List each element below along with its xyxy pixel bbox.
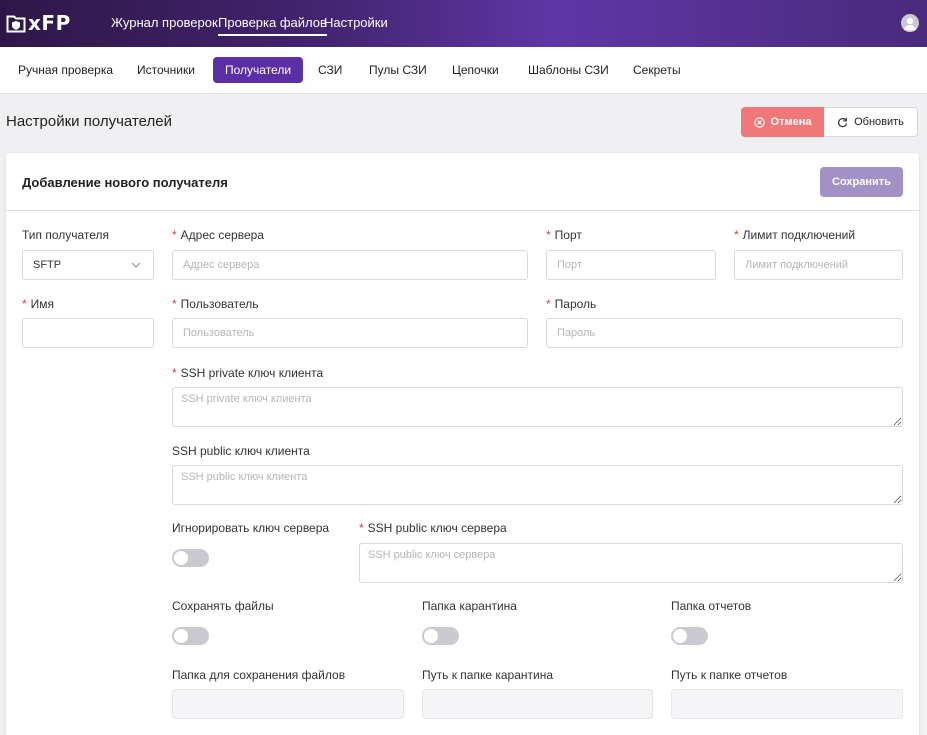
name-input[interactable] bbox=[22, 318, 154, 348]
card-header: Добавление нового получателя Сохранить bbox=[6, 153, 919, 211]
quarantine-folder-toggle[interactable] bbox=[422, 627, 459, 645]
ssh-private-label-text: SSH private ключ клиента bbox=[180, 366, 324, 380]
tab-szi-pools[interactable]: Пулы СЗИ bbox=[357, 57, 439, 83]
required-mark: * bbox=[172, 228, 177, 242]
quarantine-path-label: Путь к папке карантина bbox=[422, 668, 554, 682]
ssh-public-server-textarea[interactable] bbox=[359, 543, 903, 583]
cancel-label: Отмена bbox=[770, 116, 812, 128]
required-mark: * bbox=[22, 297, 27, 311]
tab-chains[interactable]: Цепочки bbox=[440, 57, 511, 83]
toggle-knob bbox=[424, 629, 438, 643]
cancel-circle-icon bbox=[753, 116, 765, 128]
ssh-private-textarea[interactable] bbox=[172, 387, 903, 427]
port-label-text: Порт bbox=[554, 228, 582, 242]
refresh-button[interactable]: Обновить bbox=[824, 107, 918, 137]
required-mark: * bbox=[172, 297, 177, 311]
toggle-knob bbox=[174, 629, 188, 643]
user-avatar[interactable] bbox=[901, 14, 919, 32]
top-bar: xFP Журнал проверок Проверка файлов Наст… bbox=[0, 0, 927, 47]
logo-text: xFP bbox=[28, 11, 71, 35]
save-button[interactable]: Сохранить bbox=[820, 167, 903, 197]
page-title: Настройки получателей bbox=[6, 113, 172, 130]
name-label: * Имя bbox=[22, 297, 54, 311]
save-files-toggle[interactable] bbox=[172, 627, 209, 645]
ignore-server-key-label: Игнорировать ключ сервера bbox=[172, 521, 330, 535]
reports-path-label: Путь к папке отчетов bbox=[671, 668, 788, 682]
ssh-public-server-label: * SSH public ключ сервера bbox=[359, 521, 507, 535]
server-address-label: * Адрес сервера bbox=[172, 228, 264, 242]
topnav-journal[interactable]: Журнал проверок bbox=[111, 15, 218, 31]
user-label-text: Пользователь bbox=[180, 297, 259, 311]
server-address-label-text: Адрес сервера bbox=[180, 228, 264, 242]
tab-secrets[interactable]: Секреты bbox=[621, 57, 693, 83]
ssh-public-client-textarea[interactable] bbox=[172, 465, 903, 505]
recipient-type-select[interactable]: SFTP bbox=[22, 250, 154, 280]
card-title: Добавление нового получателя bbox=[22, 175, 228, 190]
name-label-text: Имя bbox=[30, 297, 55, 311]
ssh-private-label: * SSH private ключ клиента bbox=[172, 366, 323, 380]
user-input[interactable] bbox=[172, 318, 528, 348]
app-logo[interactable]: xFP bbox=[6, 11, 71, 35]
new-recipient-card: Добавление нового получателя Сохранить Т… bbox=[6, 153, 919, 735]
tab-szi[interactable]: СЗИ bbox=[306, 57, 354, 83]
sub-nav: Ручная проверка Источники Получатели СЗИ… bbox=[0, 47, 927, 94]
topnav-file-check[interactable]: Проверка файлов bbox=[218, 15, 327, 36]
recipient-type-value: SFTP bbox=[33, 259, 62, 271]
tab-sources[interactable]: Источники bbox=[125, 57, 207, 83]
refresh-icon bbox=[838, 117, 848, 127]
server-address-input[interactable] bbox=[172, 250, 528, 280]
required-mark: * bbox=[359, 521, 364, 535]
ignore-server-key-toggle[interactable] bbox=[172, 549, 209, 567]
chevron-down-icon bbox=[131, 262, 141, 268]
ssh-public-client-label: SSH public ключ клиента bbox=[172, 444, 310, 458]
port-label: * Порт bbox=[546, 228, 582, 242]
toggle-knob bbox=[174, 551, 188, 565]
password-label: * Пароль bbox=[546, 297, 596, 311]
quarantine-folder-label: Папка карантина bbox=[422, 599, 517, 613]
save-files-label: Сохранять файлы bbox=[172, 599, 274, 613]
cancel-button[interactable]: Отмена bbox=[741, 107, 824, 137]
conn-limit-label: * Лимит подключений bbox=[734, 228, 855, 242]
save-files-folder-input[interactable] bbox=[172, 689, 404, 719]
ssh-public-server-label-text: SSH public ключ сервера bbox=[367, 521, 507, 535]
required-mark: * bbox=[172, 366, 177, 380]
quarantine-path-input[interactable] bbox=[422, 689, 653, 719]
password-label-text: Пароль bbox=[554, 297, 597, 311]
required-mark: * bbox=[734, 228, 739, 242]
tab-recipients[interactable]: Получатели bbox=[213, 57, 304, 83]
required-mark: * bbox=[546, 228, 551, 242]
conn-limit-label-text: Лимит подключений bbox=[742, 228, 856, 242]
port-input[interactable] bbox=[546, 250, 716, 280]
toggle-knob bbox=[673, 629, 687, 643]
tab-szi-templates[interactable]: Шаблоны СЗИ bbox=[516, 57, 621, 83]
reports-folder-toggle[interactable] bbox=[671, 627, 708, 645]
reports-folder-label: Папка отчетов bbox=[671, 599, 752, 613]
topnav-settings[interactable]: Настройки bbox=[324, 15, 388, 31]
shield-folder-icon bbox=[6, 15, 26, 33]
save-files-folder-label: Папка для сохранения файлов bbox=[172, 668, 346, 682]
refresh-label: Обновить bbox=[854, 116, 904, 128]
tab-manual-check[interactable]: Ручная проверка bbox=[6, 57, 125, 83]
user-icon bbox=[904, 17, 916, 31]
recipient-type-label: Тип получателя bbox=[22, 228, 110, 242]
reports-path-input[interactable] bbox=[671, 689, 903, 719]
password-input[interactable] bbox=[546, 318, 903, 348]
user-label: * Пользователь bbox=[172, 297, 259, 311]
required-mark: * bbox=[546, 297, 551, 311]
conn-limit-input[interactable] bbox=[734, 250, 903, 280]
